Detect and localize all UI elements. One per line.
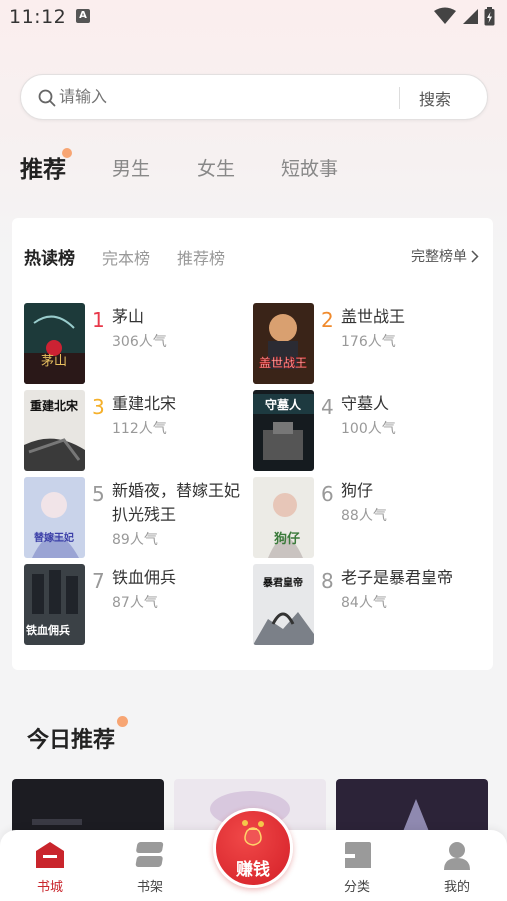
tab-short-story[interactable]: 短故事 [281, 154, 338, 181]
search-icon [38, 89, 56, 107]
cover-text: 重建北宋 [30, 398, 79, 413]
nav-category[interactable]: 分类 [317, 830, 397, 901]
bookshelf-icon [135, 842, 164, 867]
book-popularity: 112人气 [112, 421, 167, 437]
book-rank: 4 [321, 395, 334, 419]
cover-text: 茅山 [41, 354, 67, 369]
book-popularity: 306人气 [112, 334, 167, 350]
rank-tab-hot[interactable]: 热读榜 [24, 244, 75, 269]
battery-icon [484, 6, 495, 25]
book-item[interactable]: 守墓人 4 守墓人 100人气 [253, 390, 473, 472]
book-rank: 2 [321, 308, 334, 332]
tab-male[interactable]: 男生 [112, 154, 150, 181]
nav-bookshelf[interactable]: 书架 [110, 830, 190, 901]
book-rank: 1 [92, 308, 105, 332]
book-title: 茅山 [112, 307, 145, 326]
book-rank: 3 [92, 395, 105, 419]
tab-female[interactable]: 女生 [197, 154, 235, 181]
book-rank: 5 [92, 482, 105, 506]
book-popularity: 88人气 [341, 508, 387, 524]
book-item[interactable]: 重建北宋 3 重建北宋 112人气 [24, 390, 244, 472]
earn-money-button[interactable]: 赚钱 [213, 808, 293, 888]
cover-text: 盖世战王 [259, 356, 307, 370]
book-item[interactable]: 替嫁王妃 5 新婚夜，替嫁王妃扒光残王 89人气 [24, 477, 244, 559]
book-title: 狗仔 [341, 481, 374, 500]
cover-text: 替嫁王妃 [34, 531, 74, 544]
book-popularity: 176人气 [341, 334, 396, 350]
rank-tab-recommended[interactable]: 推荐榜 [177, 245, 225, 269]
book-rank: 7 [92, 569, 105, 593]
nav-bookstore[interactable]: 书城 [10, 830, 90, 901]
money-bag-icon [242, 820, 264, 846]
book-cover: 暴君皇帝 [253, 564, 314, 645]
book-popularity: 87人气 [112, 595, 158, 611]
nav-label: 书城 [36, 880, 63, 895]
status-bar: 11:12 A [0, 0, 507, 34]
book-item[interactable]: 铁血佣兵 7 铁血佣兵 87人气 [24, 564, 244, 646]
bookstore-icon [36, 842, 64, 868]
full-list-label: 完整榜单 [411, 249, 467, 265]
book-title: 重建北宋 [112, 394, 177, 413]
signal-icon [463, 9, 478, 24]
search-input[interactable] [59, 87, 379, 106]
tab-indicator-dot [62, 148, 72, 158]
ranking-card: 热读榜 完本榜 推荐榜 完整榜单 茅山 1 茅山 306人气 盖世战王 2 盖世… [12, 218, 493, 670]
book-cover: 茅山 [24, 303, 85, 384]
book-title: 守墓人 [341, 394, 390, 413]
nav-profile[interactable]: 我的 [417, 830, 497, 901]
full-list-button[interactable]: 完整榜单 [411, 246, 479, 266]
book-item[interactable]: 狗仔 6 狗仔 88人气 [253, 477, 473, 559]
book-title: 铁血佣兵 [112, 568, 177, 587]
book-cover: 铁血佣兵 [24, 564, 85, 645]
cover-text: 暴君皇帝 [262, 576, 303, 589]
book-cover: 狗仔 [253, 477, 314, 558]
book-rank: 6 [321, 482, 334, 506]
tab-recommend[interactable]: 推荐 [20, 150, 66, 184]
book-title: 新婚夜，替嫁王妃扒光残王 [112, 481, 241, 524]
book-title: 盖世战王 [341, 307, 406, 326]
earn-money-label: 赚钱 [236, 860, 270, 880]
search-bar: 搜索 [20, 74, 488, 120]
nav-label: 分类 [343, 880, 370, 895]
category-icon [345, 842, 371, 868]
chevron-right-icon [471, 249, 479, 263]
status-icons [434, 6, 495, 26]
cover-text: 守墓人 [265, 397, 302, 412]
nav-label: 我的 [443, 880, 470, 895]
nav-label: 书架 [136, 880, 163, 895]
status-time: 11:12 [9, 6, 67, 28]
section-title-today: 今日推荐 [27, 728, 116, 753]
book-title: 老子是暴君皇帝 [341, 568, 454, 587]
book-cover: 盖世战王 [253, 303, 314, 384]
search-button[interactable]: 搜索 [419, 86, 451, 110]
book-cover: 重建北宋 [24, 390, 85, 471]
book-cover: 守墓人 [253, 390, 314, 471]
book-popularity: 100人气 [341, 421, 396, 437]
section-indicator-dot [117, 716, 128, 727]
book-cover: 替嫁王妃 [24, 477, 85, 558]
wifi-icon [434, 7, 456, 24]
notification-icon: A [76, 9, 90, 23]
book-popularity: 84人气 [341, 595, 387, 611]
book-rank: 8 [321, 569, 334, 593]
profile-icon [444, 842, 470, 870]
search-divider [399, 87, 400, 109]
cover-text: 狗仔 [274, 531, 300, 547]
book-popularity: 89人气 [112, 532, 158, 548]
book-item[interactable]: 暴君皇帝 8 老子是暴君皇帝 84人气 [253, 564, 473, 646]
book-item[interactable]: 盖世战王 2 盖世战王 176人气 [253, 303, 473, 385]
cover-text: 铁血佣兵 [26, 623, 70, 637]
rank-tab-finished[interactable]: 完本榜 [102, 245, 150, 269]
book-item[interactable]: 茅山 1 茅山 306人气 [24, 303, 244, 385]
